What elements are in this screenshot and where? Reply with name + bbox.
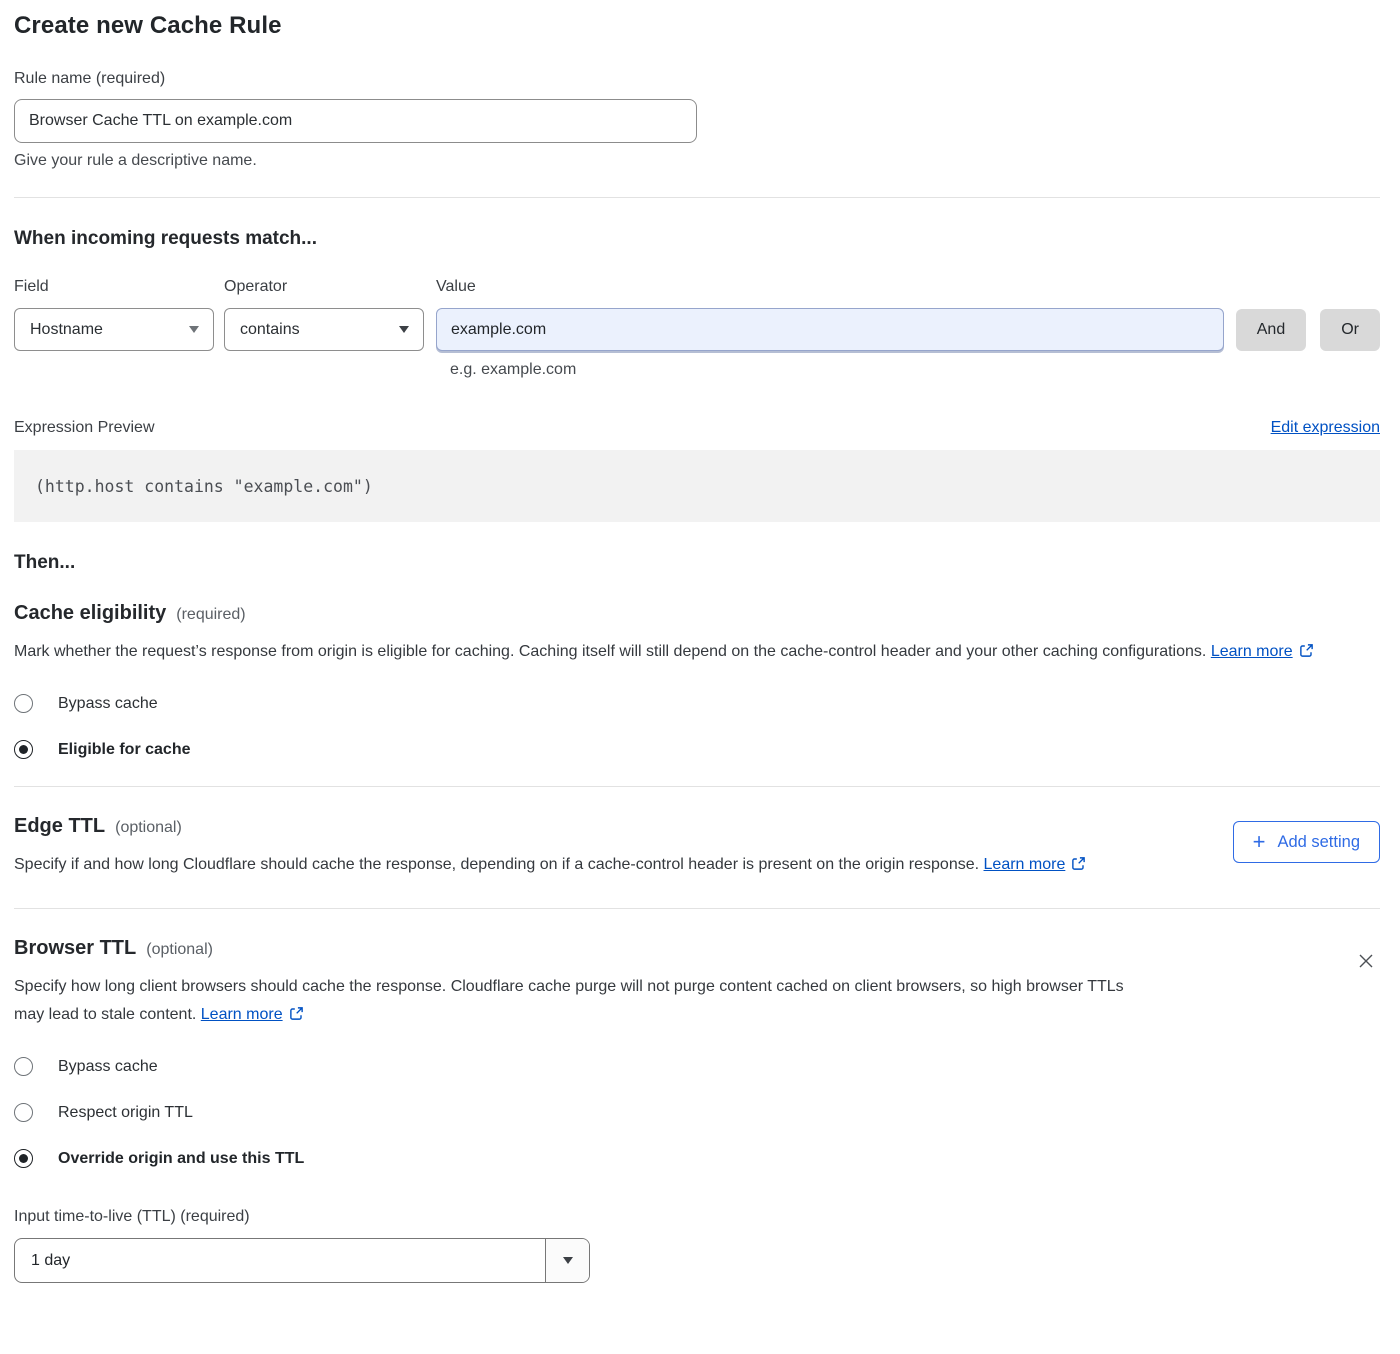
edge-ttl-description: Specify if and how long Cloudflare shoul… [14,851,1086,881]
ttl-select[interactable]: 1 day [14,1238,590,1283]
optional-tag: (optional) [115,819,182,837]
browser-ttl-title: Browser TTL [14,937,136,960]
cache-eligibility-description: Mark whether the request’s response from… [14,638,1359,668]
rule-name-helper: Give your rule a descriptive name. [14,152,1380,170]
and-button[interactable]: And [1236,309,1306,351]
external-link-icon [289,1008,304,1025]
expression-header: Expression Preview Edit expression [14,419,1380,437]
match-row: Hostname contains And Or [14,308,1380,351]
divider [14,908,1380,909]
rule-name-label: Rule name (required) [14,70,1380,88]
match-column-labels: Field Operator Value [14,278,1380,296]
operator-select-value: contains [240,321,300,339]
then-heading: Then... [14,552,1380,574]
add-setting-label: Add setting [1277,833,1360,852]
radio-icon [14,694,33,713]
radio-label: Eligible for cache [58,741,190,759]
create-cache-rule-form: Create new Cache Rule Rule name (require… [0,0,1400,1313]
external-link-icon [1071,858,1086,875]
value-input[interactable] [436,308,1224,351]
radio-eligible-for-cache[interactable]: Eligible for cache [14,740,1380,759]
ttl-select-arrow-button[interactable] [545,1239,589,1282]
expression-code-block: (http.host contains "example.com") [14,450,1380,522]
browser-ttl-section: Browser TTL (optional) Specify how long … [14,937,1380,1031]
edit-expression-link[interactable]: Edit expression [1271,419,1380,437]
learn-more-link[interactable]: Learn more [1211,643,1293,660]
ttl-input-label: Input time-to-live (TTL) (required) [14,1208,1380,1226]
chevron-down-icon [399,326,409,333]
value-label: Value [436,278,476,296]
field-label: Field [14,278,224,296]
or-button[interactable]: Or [1320,309,1380,351]
edge-ttl-section: Edge TTL (optional) Specify if and how l… [14,815,1380,881]
divider [14,786,1380,787]
optional-tag: (optional) [146,941,213,959]
operator-select[interactable]: contains [224,308,424,351]
chevron-down-icon [189,326,199,333]
radio-icon [14,1103,33,1122]
expression-code: (http.host contains "example.com") [35,477,373,496]
external-link-icon [1299,645,1314,662]
browser-ttl-options: Bypass cache Respect origin TTL Override… [14,1057,1380,1168]
divider [14,197,1380,198]
learn-more-link[interactable]: Learn more [201,1006,283,1023]
radio-icon [14,740,33,759]
radio-override-origin-ttl[interactable]: Override origin and use this TTL [14,1149,1380,1168]
radio-label: Respect origin TTL [58,1104,193,1122]
cache-eligibility-header: Cache eligibility (required) [14,602,1380,625]
close-icon [1356,951,1376,971]
cache-eligibility-options: Bypass cache Eligible for cache [14,694,1380,759]
ttl-input-block: Input time-to-live (TTL) (required) 1 da… [14,1208,1380,1283]
expression-preview-label: Expression Preview [14,419,155,437]
ttl-select-value: 1 day [15,1239,545,1282]
value-helper: e.g. example.com [450,361,1380,379]
radio-label: Bypass cache [58,695,158,713]
rule-name-input[interactable] [14,99,697,143]
radio-icon [14,1057,33,1076]
radio-respect-origin-ttl[interactable]: Respect origin TTL [14,1103,1380,1122]
edge-ttl-title: Edge TTL [14,815,105,838]
description-text: Mark whether the request’s response from… [14,643,1206,660]
add-setting-button[interactable]: + Add setting [1233,821,1380,863]
radio-icon [14,1149,33,1168]
browser-ttl-description: Specify how long client browsers should … [14,973,1134,1031]
cache-eligibility-title: Cache eligibility [14,602,166,625]
chevron-down-icon [563,1257,573,1264]
radio-bypass-cache[interactable]: Bypass cache [14,1057,1380,1076]
radio-bypass-cache[interactable]: Bypass cache [14,694,1380,713]
match-section-heading: When incoming requests match... [14,228,1380,250]
description-text: Specify how long client browsers should … [14,978,1124,1023]
description-text: Specify if and how long Cloudflare shoul… [14,856,979,873]
page-title: Create new Cache Rule [14,12,1380,40]
remove-browser-ttl-button[interactable] [1352,947,1380,975]
radio-label: Bypass cache [58,1058,158,1076]
field-select-value: Hostname [30,321,103,339]
required-tag: (required) [176,606,245,624]
field-select[interactable]: Hostname [14,308,214,351]
learn-more-link[interactable]: Learn more [984,856,1066,873]
operator-label: Operator [224,278,436,296]
radio-label: Override origin and use this TTL [58,1150,304,1168]
plus-icon: + [1253,831,1266,853]
